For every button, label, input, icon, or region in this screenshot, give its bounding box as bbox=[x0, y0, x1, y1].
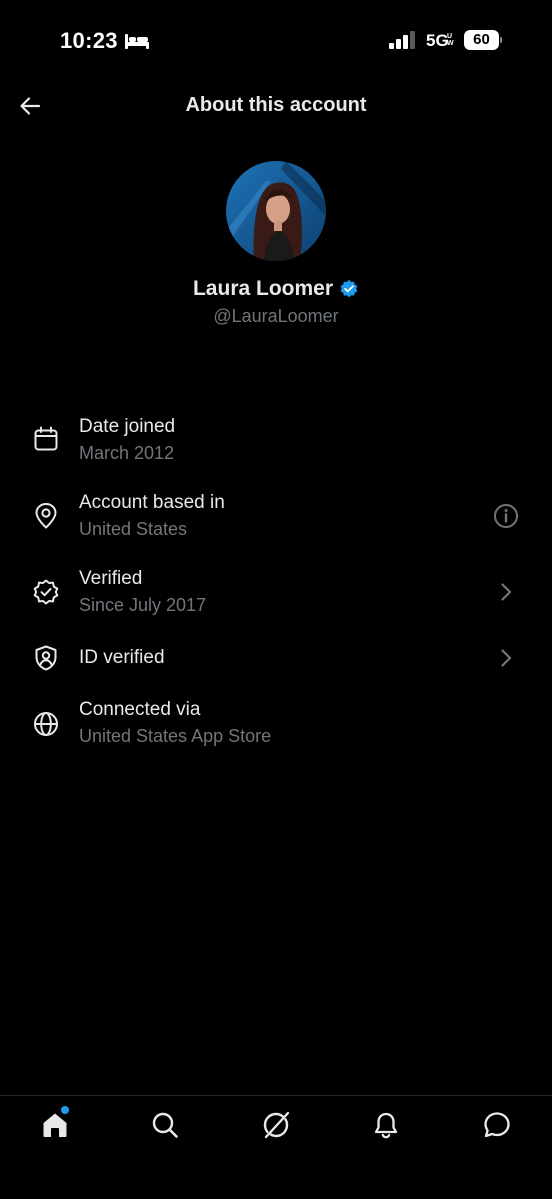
row-subtitle: Since July 2017 bbox=[79, 595, 207, 615]
verified-badge-icon[interactable] bbox=[339, 279, 359, 299]
row-title: Connected via bbox=[79, 699, 201, 720]
row-subtitle: United States bbox=[79, 519, 188, 539]
profile-name: Laura Loomer bbox=[192, 277, 334, 300]
row-connected-via: Connected via United States App Store bbox=[0, 695, 552, 755]
verified-badge-icon bbox=[33, 579, 59, 605]
row-date-joined: Date joined March 2012 bbox=[0, 412, 552, 472]
info-icon[interactable] bbox=[492, 502, 520, 530]
battery-indicator: 60 bbox=[464, 30, 502, 50]
network-subtype: UW bbox=[447, 33, 454, 47]
home-icon[interactable] bbox=[40, 1110, 70, 1140]
row-title: Account based in bbox=[79, 492, 225, 513]
status-time: 10:23 bbox=[60, 28, 118, 53]
calendar-icon bbox=[34, 426, 58, 451]
profile-photo bbox=[226, 161, 326, 261]
sleep-focus-icon bbox=[125, 34, 149, 49]
row-subtitle: United States App Store bbox=[79, 726, 272, 746]
row-subtitle: March 2012 bbox=[79, 443, 175, 463]
row-title: Date joined bbox=[79, 416, 176, 437]
notifications-icon[interactable] bbox=[371, 1110, 401, 1140]
globe-icon bbox=[34, 712, 58, 736]
profile-name-row: Laura Loomer bbox=[0, 277, 552, 301]
about-account-screen: 10:23 5G UW 60 About this account Laura … bbox=[0, 0, 552, 1199]
network-type: 5G bbox=[426, 31, 449, 50]
row-id-verified[interactable]: ID verified bbox=[0, 628, 552, 688]
battery-level: 60 bbox=[473, 31, 490, 48]
battery-cap bbox=[500, 37, 502, 43]
chevron-right-icon bbox=[501, 649, 512, 667]
home-notification-dot bbox=[61, 1106, 69, 1114]
bottom-nav bbox=[0, 1095, 552, 1199]
profile-handle: @LauraLoomer bbox=[213, 306, 339, 326]
row-title: ID verified bbox=[79, 647, 165, 668]
location-pin-icon bbox=[35, 503, 57, 529]
row-account-based-in: Account based in United States bbox=[0, 488, 552, 548]
id-shield-icon bbox=[35, 645, 57, 671]
messages-icon[interactable] bbox=[482, 1110, 512, 1140]
search-icon[interactable] bbox=[150, 1110, 180, 1140]
header: About this account bbox=[0, 80, 552, 132]
chevron-right-icon bbox=[501, 583, 512, 601]
avatar[interactable] bbox=[226, 161, 326, 261]
cellular-signal-icon bbox=[389, 31, 415, 49]
status-bar: 10:23 5G UW 60 bbox=[0, 0, 552, 80]
row-verified[interactable]: Verified Since July 2017 bbox=[0, 564, 552, 624]
grok-icon[interactable] bbox=[261, 1110, 291, 1140]
page-title: About this account bbox=[185, 94, 367, 116]
row-title: Verified bbox=[79, 568, 143, 589]
